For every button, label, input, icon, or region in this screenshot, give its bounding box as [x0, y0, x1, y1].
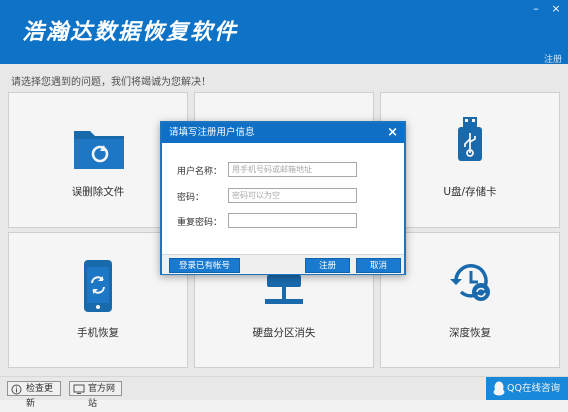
repeat-password-label: 重复密码： — [177, 218, 223, 228]
dialog-close-icon[interactable]: × — [387, 123, 398, 143]
register-button[interactable]: 注册 — [305, 258, 350, 273]
repeat-password-input[interactable] — [228, 213, 357, 228]
login-existing-button[interactable]: 登录已有帐号 — [169, 258, 240, 273]
minimize-button[interactable]: – — [528, 2, 544, 16]
username-label: 用户名称： — [177, 167, 223, 177]
app-title: 浩瀚达数据恢复软件 — [22, 19, 239, 45]
username-input[interactable] — [228, 162, 357, 177]
password-label: 密码： — [177, 193, 205, 203]
title-bar: 浩瀚达数据恢复软件 – × 注册 — [0, 0, 568, 65]
close-button[interactable]: × — [548, 2, 564, 16]
dialog-footer: 登录已有帐号 注册 取消 — [162, 254, 404, 274]
cancel-button[interactable]: 取消 — [356, 258, 401, 273]
dialog-header: 请填写注册用户信息 × — [162, 123, 404, 143]
dialog-title: 请填写注册用户信息 — [169, 127, 255, 138]
register-dialog: 请填写注册用户信息 × 用户名称： 密码： 重复密码： 登录已有帐号 注册 取消 — [160, 121, 406, 275]
password-input[interactable] — [228, 188, 357, 203]
